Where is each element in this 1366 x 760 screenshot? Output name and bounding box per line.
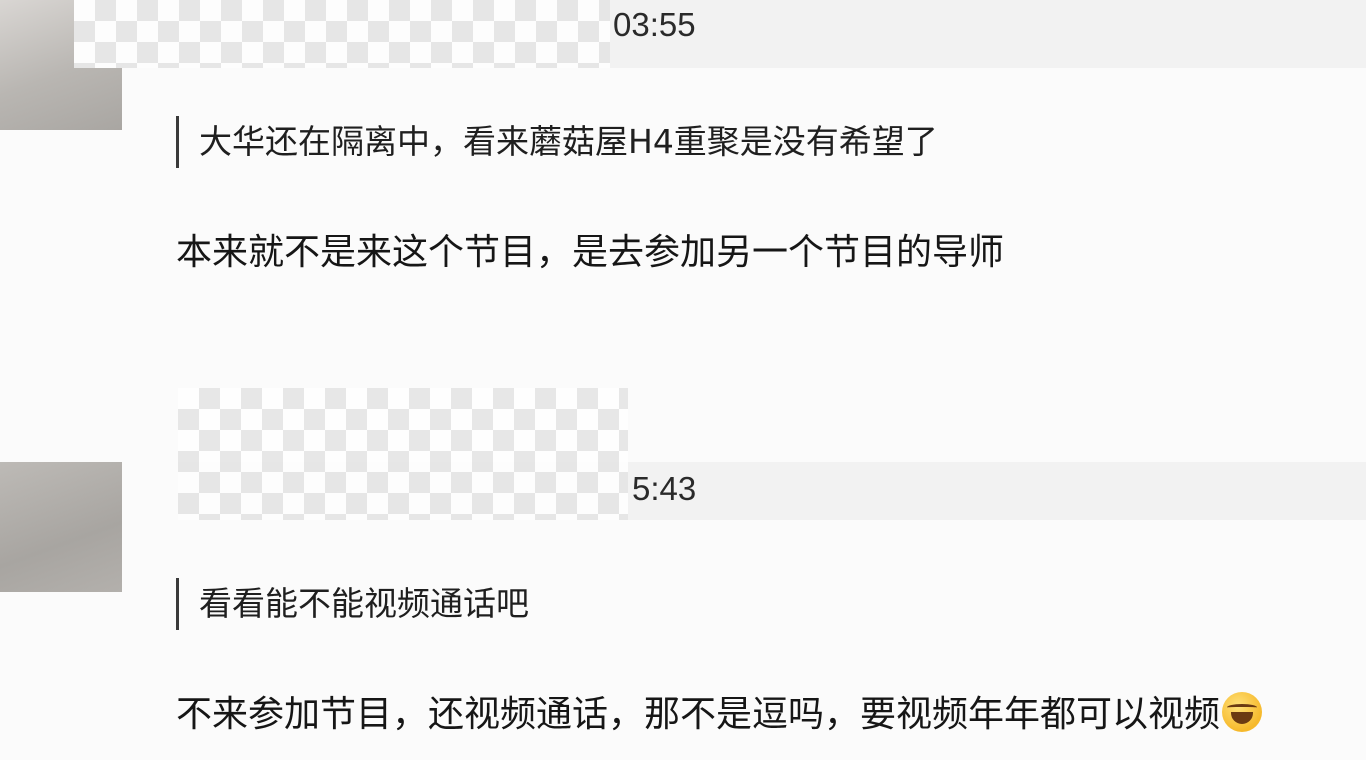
blurred-username	[74, 0, 610, 68]
comment-timestamp: 5:43	[632, 470, 697, 507]
reply-text: 本来就不是来这个节目，是去参加另一个节目的导师	[176, 232, 1005, 273]
blurred-username	[178, 388, 628, 520]
quoted-comment: 大华还在隔离中，看来蘑菇屋H4重聚是没有希望了	[176, 116, 938, 168]
laughing-with-tears-icon	[1222, 692, 1263, 732]
reply-text: 不来参加节目，还视频通话，那不是逗吗，要视频年年都可以视频	[176, 694, 1221, 735]
reply-line: 不来参加节目，还视频通话，那不是逗吗，要视频年年都可以视频	[176, 690, 1263, 740]
comment-timestamp: 03:55	[613, 6, 696, 43]
quoted-comment: 看看能不能视频通话吧	[176, 578, 529, 630]
avatar[interactable]	[0, 462, 122, 592]
